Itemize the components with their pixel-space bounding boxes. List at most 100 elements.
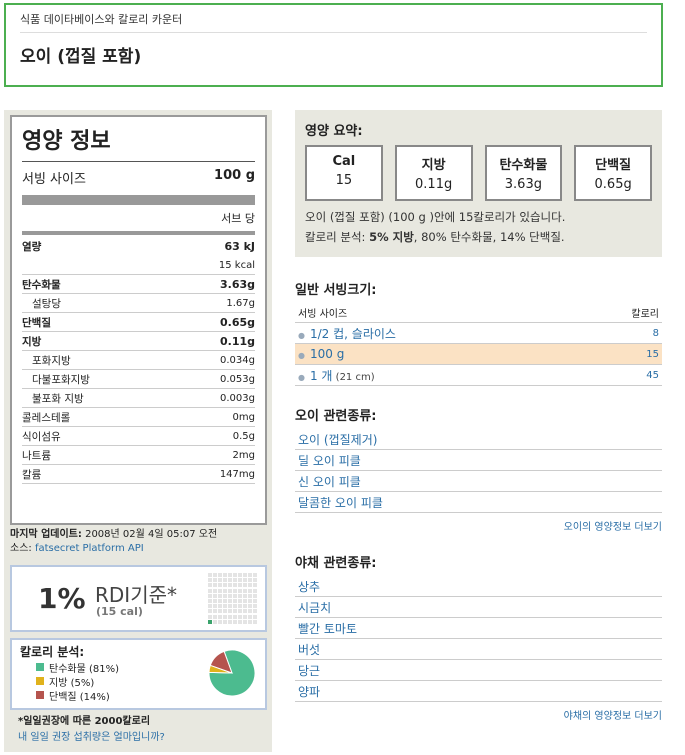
rdi-grid-cell [228, 578, 232, 583]
rdi-grid [208, 573, 259, 624]
rdi-percent: 1% [38, 582, 86, 615]
rdi-grid-cell [248, 583, 252, 588]
related-cucumber-section: 오이 관련종류: 오이 (껍질제거) 딜 오이 피클 신 오이 피클 달콤한 오이 피… [295, 405, 662, 533]
rdi-grid-cell [218, 619, 222, 624]
calorie-breakdown-box: 칼로리 분석: 탄수화물 (81%) 지방 (5%) 단백질 (14%) [10, 638, 267, 710]
related-food-link[interactable]: 양파 [295, 681, 662, 702]
summary-box: Cal 15 [305, 145, 383, 201]
serving-size-value: 100 g [214, 168, 255, 183]
nutrition-label-title: 영양 정보 [22, 123, 255, 162]
serving-sizes-section: 일반 서빙크기: 서빙 사이즈 칼로리 ● 1/2 컵, 슬라이스 8 ● 100 g 1… [295, 279, 662, 386]
related-food-link[interactable]: 시금치 [295, 597, 662, 618]
summary-box-label: 탄수화물 [499, 158, 548, 173]
nutrient-value: 0.003g [220, 392, 255, 404]
rdi-grid-cell [233, 598, 237, 603]
nutrient-row: 지방 0.11g [22, 332, 255, 351]
related-food-link[interactable]: 당근 [295, 660, 662, 681]
more-vegetable-link[interactable]: 야채의 영양정보 더보기 [295, 707, 662, 722]
rdi-grid-cell [228, 593, 232, 598]
nutrient-name: 나트륨 [22, 449, 51, 462]
serving-size-row: 서빙 사이즈 100 g [22, 162, 255, 193]
rdi-grid-cell [228, 598, 232, 603]
rdi-grid-cell [253, 593, 257, 598]
legend-swatch [36, 691, 44, 699]
last-updated: 마지막 업데이트: 2008년 02월 4일 05:07 오전 소스: fats… [10, 528, 217, 556]
nutrient-name: 불포화 지방 [32, 392, 84, 405]
rdi-grid-cell [248, 614, 252, 619]
serving-option[interactable]: ● 1 개 (21 cm) [298, 367, 375, 384]
serving-option[interactable]: ● 100 g [298, 347, 344, 361]
nutrient-name: 칼륨 [22, 468, 42, 481]
rdi-grid-cell [213, 609, 217, 614]
related-food-link[interactable]: 빨간 토마토 [295, 618, 662, 639]
rdi-grid-cell [233, 604, 237, 609]
related-food-link[interactable]: 버섯 [295, 639, 662, 660]
rdi-grid-cell [243, 588, 247, 593]
serving-rows: ● 1/2 컵, 슬라이스 8 ● 100 g 15 ● 1 개 (21 cm) 45 [295, 323, 662, 386]
related-vegetable-title: 야채 관련종류: [295, 556, 377, 571]
rdi-grid-cell [243, 614, 247, 619]
serving-row[interactable]: ● 1/2 컵, 슬라이스 8 [295, 323, 662, 344]
serving-col-size: 서빙 사이즈 [298, 309, 348, 320]
legend-swatch [36, 663, 44, 671]
nutrient-value: 2mg [232, 449, 255, 461]
rdi-grid-cell [213, 593, 217, 598]
summary-box-value: 15 [335, 173, 353, 188]
rdi-grid-cell [243, 573, 247, 577]
serving-row[interactable]: ● 1 개 (21 cm) 45 [295, 365, 662, 386]
serving-option-label: 100 g [309, 347, 345, 361]
serving-table-header: 서빙 사이즈 칼로리 [295, 303, 662, 323]
related-food-link[interactable]: 딜 오이 피클 [295, 450, 662, 471]
related-food-link[interactable]: 상추 [295, 576, 662, 597]
summary-line-2-bold: 5% 지방 [369, 230, 414, 244]
more-cucumber-link[interactable]: 오이의 영양정보 더보기 [295, 518, 662, 533]
nutrient-row: 단백질 0.65g [22, 313, 255, 332]
nutrient-value: 0.5g [232, 430, 255, 442]
rdi-grid-cell [223, 619, 227, 624]
serving-option[interactable]: ● 1/2 컵, 슬라이스 [298, 325, 396, 342]
breadcrumb[interactable]: 식품 데이타베이스와 칼로리 카운터 [20, 11, 647, 33]
per-serving-label: 서브 당 [221, 212, 255, 225]
energy-row: 열량 63 kJ [22, 237, 255, 256]
rdi-grid-cell [243, 593, 247, 598]
summary-line-2-rest: , 80% 탄수화물, 14% 단백질. [413, 230, 565, 244]
nutrient-value: 0.11g [219, 334, 255, 348]
rdi-grid-cell [218, 573, 222, 577]
related-food-link[interactable]: 신 오이 피클 [295, 471, 662, 492]
nutrient-row: 설탕당 1.67g [22, 294, 255, 313]
nutrient-name: 설탕당 [32, 297, 61, 310]
daily-intake-link[interactable]: 내 일일 권장 섭취량은 얼마입니까? [18, 732, 165, 743]
bullet-icon: ● [298, 330, 305, 340]
related-food-link[interactable]: 달콤한 오이 피클 [295, 492, 662, 513]
serving-option-calories: 8 [652, 327, 659, 339]
rdi-grid-cell [208, 614, 212, 619]
serving-row[interactable]: ● 100 g 15 [295, 344, 662, 365]
rdi-grid-cell [233, 619, 237, 624]
rdi-grid-cell [238, 593, 242, 598]
rdi-grid-cell [213, 619, 217, 624]
serving-col-calories: 칼로리 [631, 309, 659, 320]
summary-box-value: 0.65g [594, 177, 632, 192]
rdi-grid-cell [213, 598, 217, 603]
page-header: 식품 데이타베이스와 칼로리 카운터 오이 (껍질 포함) [4, 3, 663, 87]
source-link[interactable]: fatsecret Platform API [35, 543, 144, 554]
rdi-grid-cell [248, 604, 252, 609]
related-food-link[interactable]: 오이 (껍질제거) [295, 429, 662, 450]
rdi-grid-cell [223, 609, 227, 614]
summary-line-1: 오이 (껍질 포함) (100 g )안에 15칼로리가 있습니다. [305, 210, 566, 224]
rdi-grid-cell [228, 583, 232, 588]
nutrient-value: 0.053g [220, 373, 255, 385]
rdi-grid-cell [253, 588, 257, 593]
rdi-grid-cell [218, 614, 222, 619]
rdi-grid-cell [223, 614, 227, 619]
nutrient-row: 식이섬유 0.5g [22, 427, 255, 446]
rdi-grid-cell [228, 614, 232, 619]
rdi-grid-cell [213, 604, 217, 609]
nutrient-row: 콜레스테롤 0mg [22, 408, 255, 427]
legend-swatch [36, 677, 44, 685]
summary-box-value: 3.63g [504, 177, 542, 192]
rdi-grid-cell [253, 578, 257, 583]
rdi-grid-cell [208, 604, 212, 609]
rdi-grid-cell [243, 598, 247, 603]
nutrient-value: 1.67g [226, 297, 255, 309]
